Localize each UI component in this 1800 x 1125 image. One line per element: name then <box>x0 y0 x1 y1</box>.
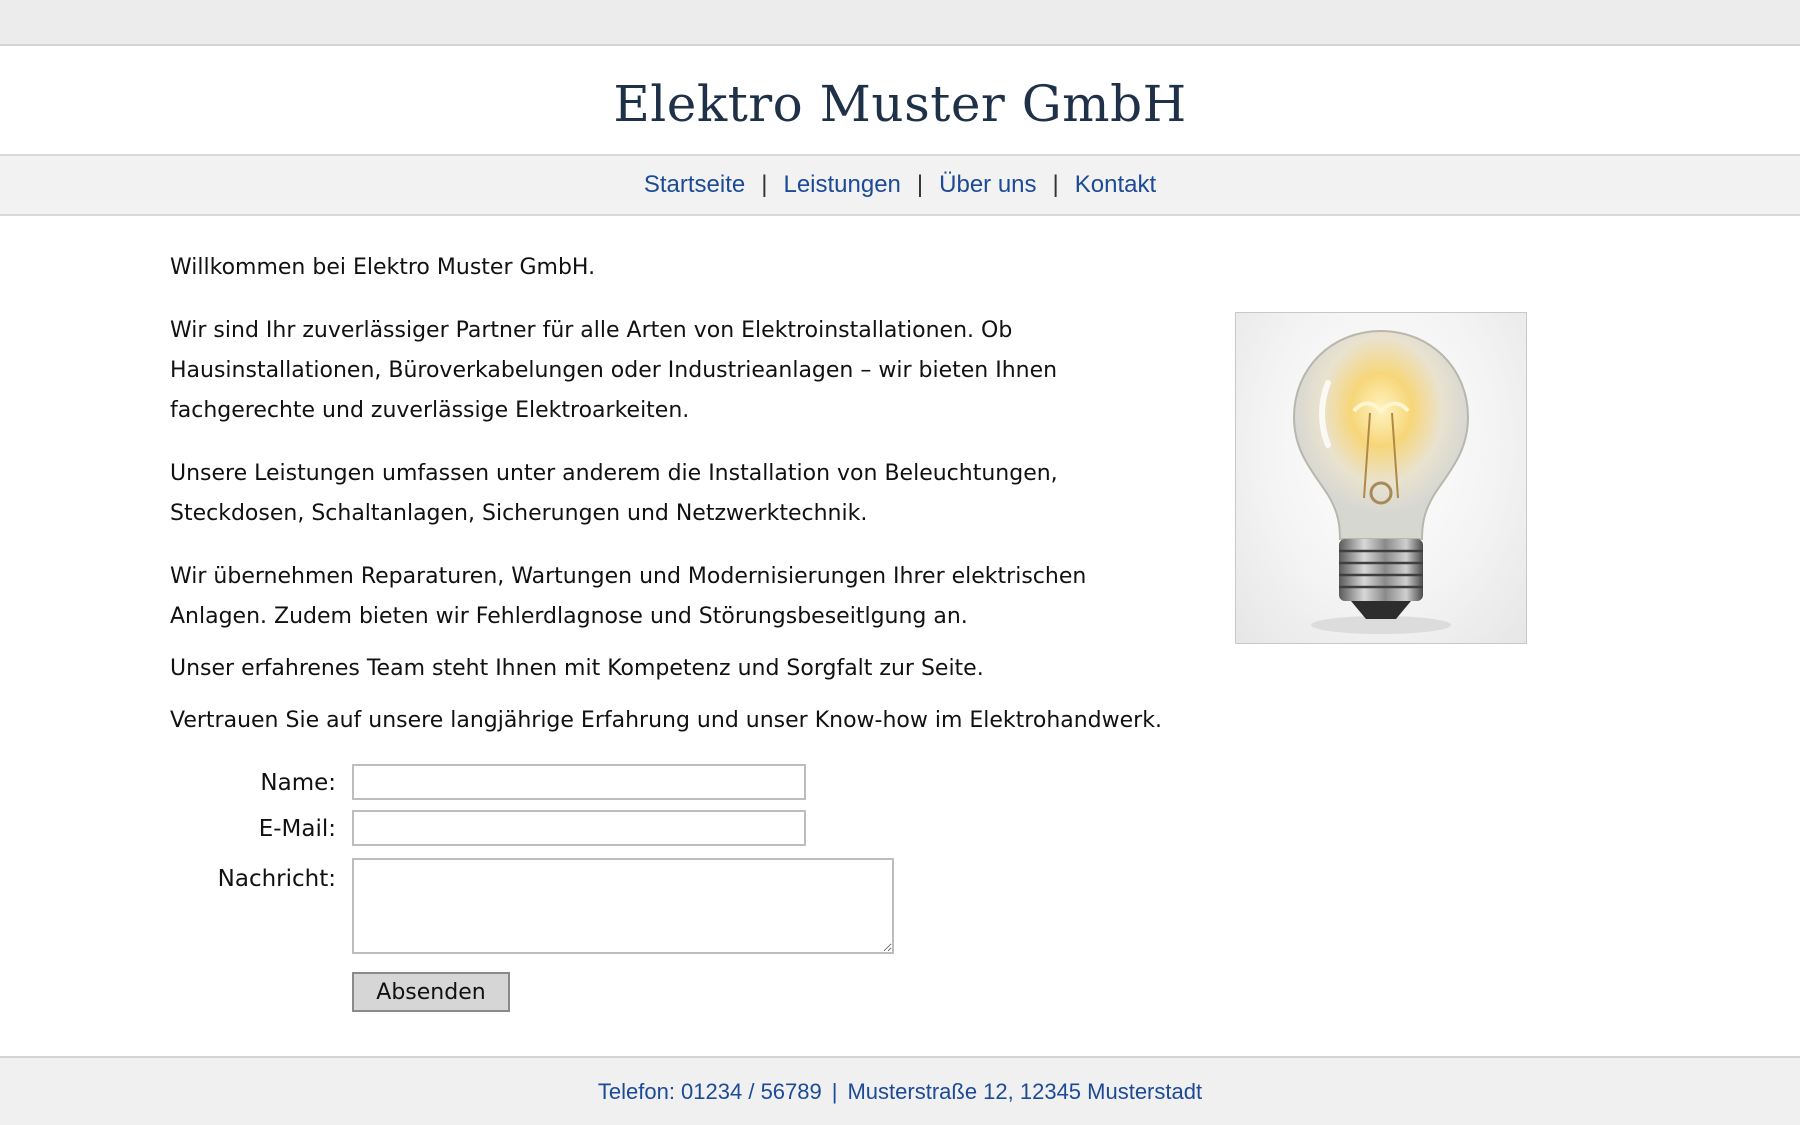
site-title: Elektro Muster GmbH <box>613 75 1187 133</box>
main-content: Willkommen bei Elektro Muster GmbH. Wir … <box>170 248 1190 764</box>
nav-separator: | <box>916 171 924 198</box>
footer-separator: | <box>831 1078 838 1104</box>
light-bulb-icon <box>1292 329 1470 634</box>
message-textarea[interactable] <box>352 858 894 954</box>
nav-item-ueber-uns[interactable]: Über uns <box>939 171 1036 199</box>
repairs-paragraph: Wir übernehmen Reparaturen, Wartungen un… <box>170 564 1087 629</box>
main-nav: Startseite | Leistungen | Über uns | Kon… <box>0 156 1800 216</box>
welcome-text: Willkommen bei Elektro Muster GmbH. <box>170 255 596 280</box>
nav-item-kontakt[interactable]: Kontakt <box>1075 171 1156 199</box>
top-bar <box>0 0 1800 46</box>
nav-item-startseite[interactable]: Startseite <box>644 171 745 199</box>
submit-button[interactable]: Absenden <box>352 972 510 1012</box>
email-label: E-Mail: <box>258 816 336 842</box>
team-paragraph: Unser erfahrenes Team steht Ihnen mit Ko… <box>170 656 984 681</box>
nav-separator: | <box>761 171 768 198</box>
trust-paragraph: Vertrauen Sie auf unsere langjährige Erf… <box>170 708 1162 733</box>
email-input[interactable] <box>352 810 806 846</box>
nav-item-leistungen[interactable]: Leistungen <box>783 171 900 199</box>
nav-separator: | <box>1052 171 1059 198</box>
services-paragraph: Unsere Leistungen umfassen unter anderem… <box>170 461 1058 526</box>
footer-phone: Telefon: 01234 / 56789 <box>597 1078 822 1104</box>
name-input[interactable] <box>352 764 806 800</box>
name-label: Name: <box>260 770 336 796</box>
message-label: Nachricht: <box>217 866 336 892</box>
intro-paragraph: Wir sind Ihr zuverlässiger Partner für a… <box>170 318 1058 423</box>
site-header: Elektro Muster GmbH <box>0 46 1800 156</box>
site-footer: Telefon: 01234 / 56789 | Musterstraße 12… <box>0 1056 1800 1125</box>
light-bulb-image <box>1235 312 1527 644</box>
footer-address: Musterstraße 12, 12345 Musterstadt <box>847 1078 1203 1104</box>
